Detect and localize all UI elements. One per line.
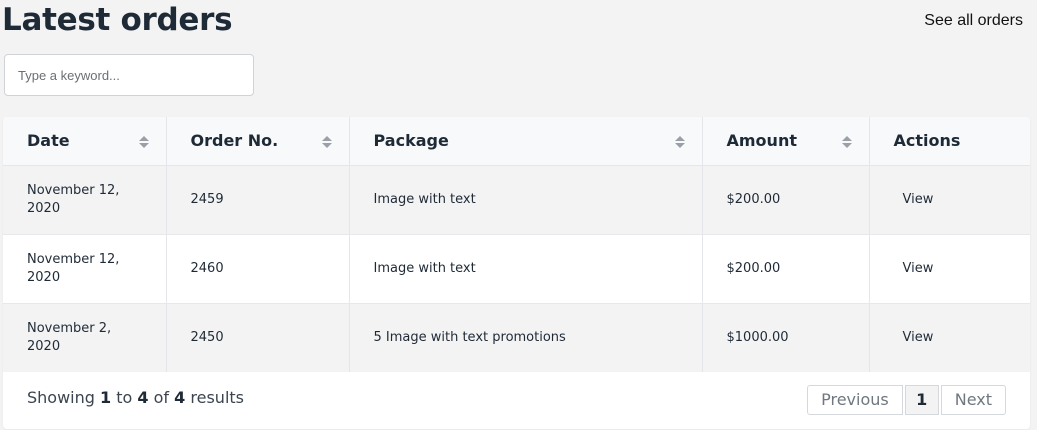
column-header-amount[interactable]: Amount [702, 117, 870, 166]
cell-date: November 12, 2020 [3, 165, 167, 235]
showing-prefix: Showing [27, 388, 95, 407]
results-total: 4 [174, 388, 186, 407]
view-order-link[interactable]: View [903, 261, 934, 276]
cell-date: November 12, 2020 [3, 234, 167, 304]
to-word: to [116, 388, 133, 407]
table-row: November 12, 2020 2459 Image with text $… [3, 165, 1030, 235]
table-row: November 2, 2020 2450 5 Image with text … [3, 303, 1030, 373]
column-label: Amount [726, 131, 797, 151]
page-title: Latest orders [2, 2, 233, 38]
cell-actions: View [869, 165, 1030, 235]
results-to: 4 [137, 388, 149, 407]
cell-order-no: 2460 [166, 234, 350, 304]
view-order-link[interactable]: View [903, 192, 934, 207]
cell-actions: View [869, 303, 1030, 373]
table-row: November 12, 2020 2460 Image with text $… [3, 234, 1030, 304]
view-order-link[interactable]: View [903, 330, 934, 345]
results-word: results [190, 388, 244, 407]
next-page-button[interactable]: Next [940, 385, 1006, 415]
sort-icon[interactable] [841, 136, 852, 150]
cell-order-no: 2450 [166, 303, 350, 373]
orders-table-card: Date Order No. Package Amount Actions No… [3, 117, 1030, 429]
cell-amount: $1000.00 [702, 303, 870, 373]
table-footer: Showing 1 to 4 of 4 results Previous 1 N… [3, 372, 1030, 429]
results-from: 1 [100, 388, 112, 407]
pagination: Previous 1 Next [807, 385, 1006, 415]
sort-icon[interactable] [321, 136, 332, 150]
cell-date: November 2, 2020 [3, 303, 167, 373]
column-label: Package [373, 131, 449, 151]
cell-package: 5 Image with text promotions [349, 303, 703, 373]
previous-page-button[interactable]: Previous [807, 385, 903, 415]
sort-icon[interactable] [674, 136, 685, 150]
table-header-row: Date Order No. Package Amount Actions [3, 117, 1030, 166]
cell-order-no: 2459 [166, 165, 350, 235]
cell-actions: View [869, 234, 1030, 304]
column-label: Date [27, 131, 70, 151]
column-header-package[interactable]: Package [349, 117, 703, 166]
column-header-order-no[interactable]: Order No. [166, 117, 350, 166]
orders-table: Date Order No. Package Amount Actions No… [3, 117, 1030, 373]
see-all-orders-link[interactable]: See all orders [924, 12, 1023, 30]
column-label: Order No. [190, 131, 279, 151]
column-label: Actions [893, 131, 961, 151]
cell-amount: $200.00 [702, 165, 870, 235]
search-input[interactable] [4, 54, 254, 96]
cell-package: Image with text [349, 165, 703, 235]
column-header-actions: Actions [869, 117, 1030, 166]
results-summary: Showing 1 to 4 of 4 results [27, 388, 244, 407]
cell-amount: $200.00 [702, 234, 870, 304]
column-header-date[interactable]: Date [3, 117, 167, 166]
sort-icon[interactable] [138, 136, 149, 150]
cell-package: Image with text [349, 234, 703, 304]
of-word: of [153, 388, 170, 407]
page-button-current[interactable]: 1 [904, 385, 939, 415]
